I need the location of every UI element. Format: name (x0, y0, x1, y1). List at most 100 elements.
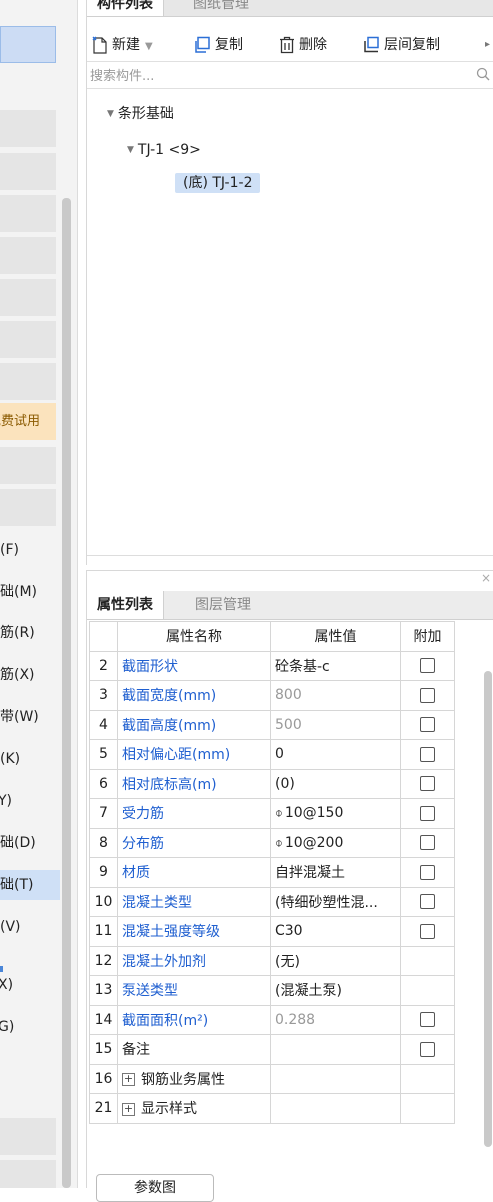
tree-child-label: TJ-1 <9> (137, 142, 201, 158)
table-row[interactable]: 11 混凝土强度等级 C30 (89, 916, 455, 947)
property-value[interactable]: 0 (270, 739, 401, 770)
floor-copy-button[interactable]: 层间复制 (362, 32, 440, 58)
nav-item[interactable] (0, 1160, 56, 1188)
toolbar-overflow-icon[interactable]: ▸ (485, 32, 490, 58)
table-row[interactable]: 5 相对偏心距(mm) 0 (89, 739, 455, 770)
parameter-diagram-button[interactable]: 参数图 (96, 1174, 214, 1202)
property-value[interactable]: 800 (270, 680, 401, 711)
tab-layer-management[interactable]: 图层管理 (185, 591, 261, 619)
left-scrollbar[interactable] (62, 198, 71, 1188)
property-value[interactable]: (混凝土泵) (270, 975, 401, 1006)
table-row[interactable]: 15 备注 (89, 1034, 455, 1065)
nav-item[interactable] (0, 447, 56, 484)
nav-label-negative-rebar[interactable]: 负筋(X) (0, 667, 35, 683)
new-dropdown-icon[interactable]: ▼ (145, 41, 153, 52)
attach-cell-empty (400, 1093, 455, 1124)
table-row[interactable]: 9 材质 自拌混凝土 (89, 857, 455, 888)
search-input[interactable] (90, 65, 460, 87)
attach-checkbox[interactable] (420, 805, 435, 821)
attach-checkbox[interactable] (420, 717, 435, 733)
nav-item[interactable] (0, 237, 56, 274)
attach-checkbox[interactable] (420, 1012, 435, 1028)
nav-label-beam[interactable]: 梁(F) (0, 542, 19, 558)
property-value[interactable]: (特细砂塑性混... (270, 886, 401, 917)
nav-item[interactable] (0, 363, 56, 400)
property-value[interactable]: (无) (270, 945, 401, 976)
nav-item[interactable] (0, 321, 56, 358)
property-value[interactable]: 自拌混凝土 (270, 857, 401, 888)
table-row[interactable]: 8 分布筋 ⌽ 10@200 (89, 827, 455, 858)
tab-property-list[interactable]: 属性列表 (87, 591, 164, 619)
nav-item[interactable] (0, 489, 56, 526)
tab-drawing-management[interactable]: 图纸管理 (183, 0, 259, 16)
free-trial-button[interactable]: 免费试用 (0, 403, 56, 440)
close-icon[interactable]: × (481, 571, 491, 585)
table-row[interactable]: 7 受力筋 ⌽ 10@150 (89, 798, 455, 829)
table-row[interactable]: 10 混凝土类型 (特细砂塑性混... (89, 886, 455, 917)
nav-label-y[interactable]: Y) (0, 793, 12, 809)
property-name: 混凝土外加剂 (117, 945, 271, 976)
tree-selected-label: (底) TJ-1-2 (175, 173, 261, 193)
nav-label-main-rebar[interactable]: 主筋(R) (0, 625, 35, 641)
nav-item[interactable] (0, 1118, 56, 1155)
expand-icon[interactable]: + (122, 1073, 135, 1087)
attach-checkbox[interactable] (420, 658, 435, 674)
table-row[interactable]: 2 截面形状 砼条基-c (89, 650, 455, 681)
nav-item[interactable] (0, 195, 56, 232)
attach-checkbox[interactable] (420, 746, 435, 762)
property-value[interactable]: ⌽ 10@200 (270, 827, 401, 858)
property-value[interactable] (270, 1034, 401, 1065)
table-row[interactable]: 14 截面面积(m²) 0.288 (89, 1004, 455, 1035)
nav-label-foundation-d[interactable]: 基础(D) (0, 835, 36, 851)
copy-button[interactable]: 复制 (193, 32, 243, 58)
attach-checkbox[interactable] (420, 923, 435, 939)
property-value[interactable]: 砼条基-c (270, 650, 401, 681)
expand-icon[interactable]: + (122, 1102, 135, 1116)
table-row[interactable]: 3 截面宽度(mm) 800 (89, 680, 455, 711)
property-table: 属性名称 属性值 附加 2 截面形状 砼条基-c 3 截面宽度(mm) 800 … (89, 621, 455, 1124)
collapse-icon[interactable]: ▼ (107, 103, 114, 125)
nav-item-selected[interactable] (0, 26, 56, 63)
table-row-group[interactable]: 16 + 钢筋业务属性 (89, 1063, 455, 1094)
table-row[interactable]: 4 截面高度(mm) 500 (89, 709, 455, 740)
table-row[interactable]: 13 泵送类型 (混凝土泵) (89, 975, 455, 1006)
header-attach: 附加 (400, 621, 455, 652)
tab-component-list[interactable]: 构件列表 (87, 0, 164, 16)
property-value[interactable]: (0) (270, 768, 401, 799)
property-value[interactable]: 0.288 (270, 1004, 401, 1035)
delete-button[interactable]: 删除 (279, 32, 327, 58)
property-value[interactable]: 500 (270, 709, 401, 740)
nav-item[interactable] (0, 279, 56, 316)
attach-checkbox[interactable] (420, 864, 435, 880)
nav-label-pit[interactable]: 坑(K) (0, 751, 20, 767)
new-button[interactable]: 新建 ▼ (92, 32, 153, 58)
attach-checkbox[interactable] (420, 687, 435, 703)
attach-checkbox[interactable] (420, 894, 435, 910)
nav-label-g[interactable]: G) (0, 1019, 14, 1035)
nav-label-x[interactable]: X) (0, 977, 13, 993)
table-row[interactable]: 6 相对底标高(m) (0) (89, 768, 455, 799)
nav-label-platform[interactable]: 台(V) (0, 919, 21, 935)
attach-checkbox[interactable] (420, 776, 435, 792)
attach-checkbox[interactable] (420, 1041, 435, 1057)
property-scrollbar[interactable] (484, 671, 492, 1147)
property-group[interactable]: + 钢筋业务属性 (117, 1063, 271, 1094)
nav-item[interactable] (0, 110, 56, 147)
tree-node-root[interactable]: ▼ 条形基础 (107, 103, 174, 125)
nav-label-slab-strip[interactable]: 板带(W) (0, 709, 39, 725)
tree-node-child[interactable]: ▼ TJ-1 <9> (127, 139, 201, 161)
table-row-group[interactable]: 21 + 显示样式 (89, 1093, 455, 1124)
nav-item[interactable] (0, 153, 56, 190)
search-icon[interactable] (476, 67, 490, 81)
property-value[interactable]: ⌽ 10@150 (270, 798, 401, 829)
property-value[interactable]: C30 (270, 916, 401, 947)
nav-label-foundation-m[interactable]: 基础(M) (0, 584, 37, 600)
table-row[interactable]: 12 混凝土外加剂 (无) (89, 945, 455, 976)
property-group[interactable]: + 显示样式 (117, 1093, 271, 1124)
tree-node-selected[interactable]: (底) TJ-1-2 (175, 172, 261, 194)
collapse-icon[interactable]: ▼ (127, 139, 134, 161)
attach-checkbox[interactable] (420, 835, 435, 851)
property-group-label: 显示样式 (141, 1101, 197, 1118)
trash-icon (280, 36, 294, 54)
nav-label-strip-foundation[interactable]: 基础(T) (0, 877, 33, 893)
